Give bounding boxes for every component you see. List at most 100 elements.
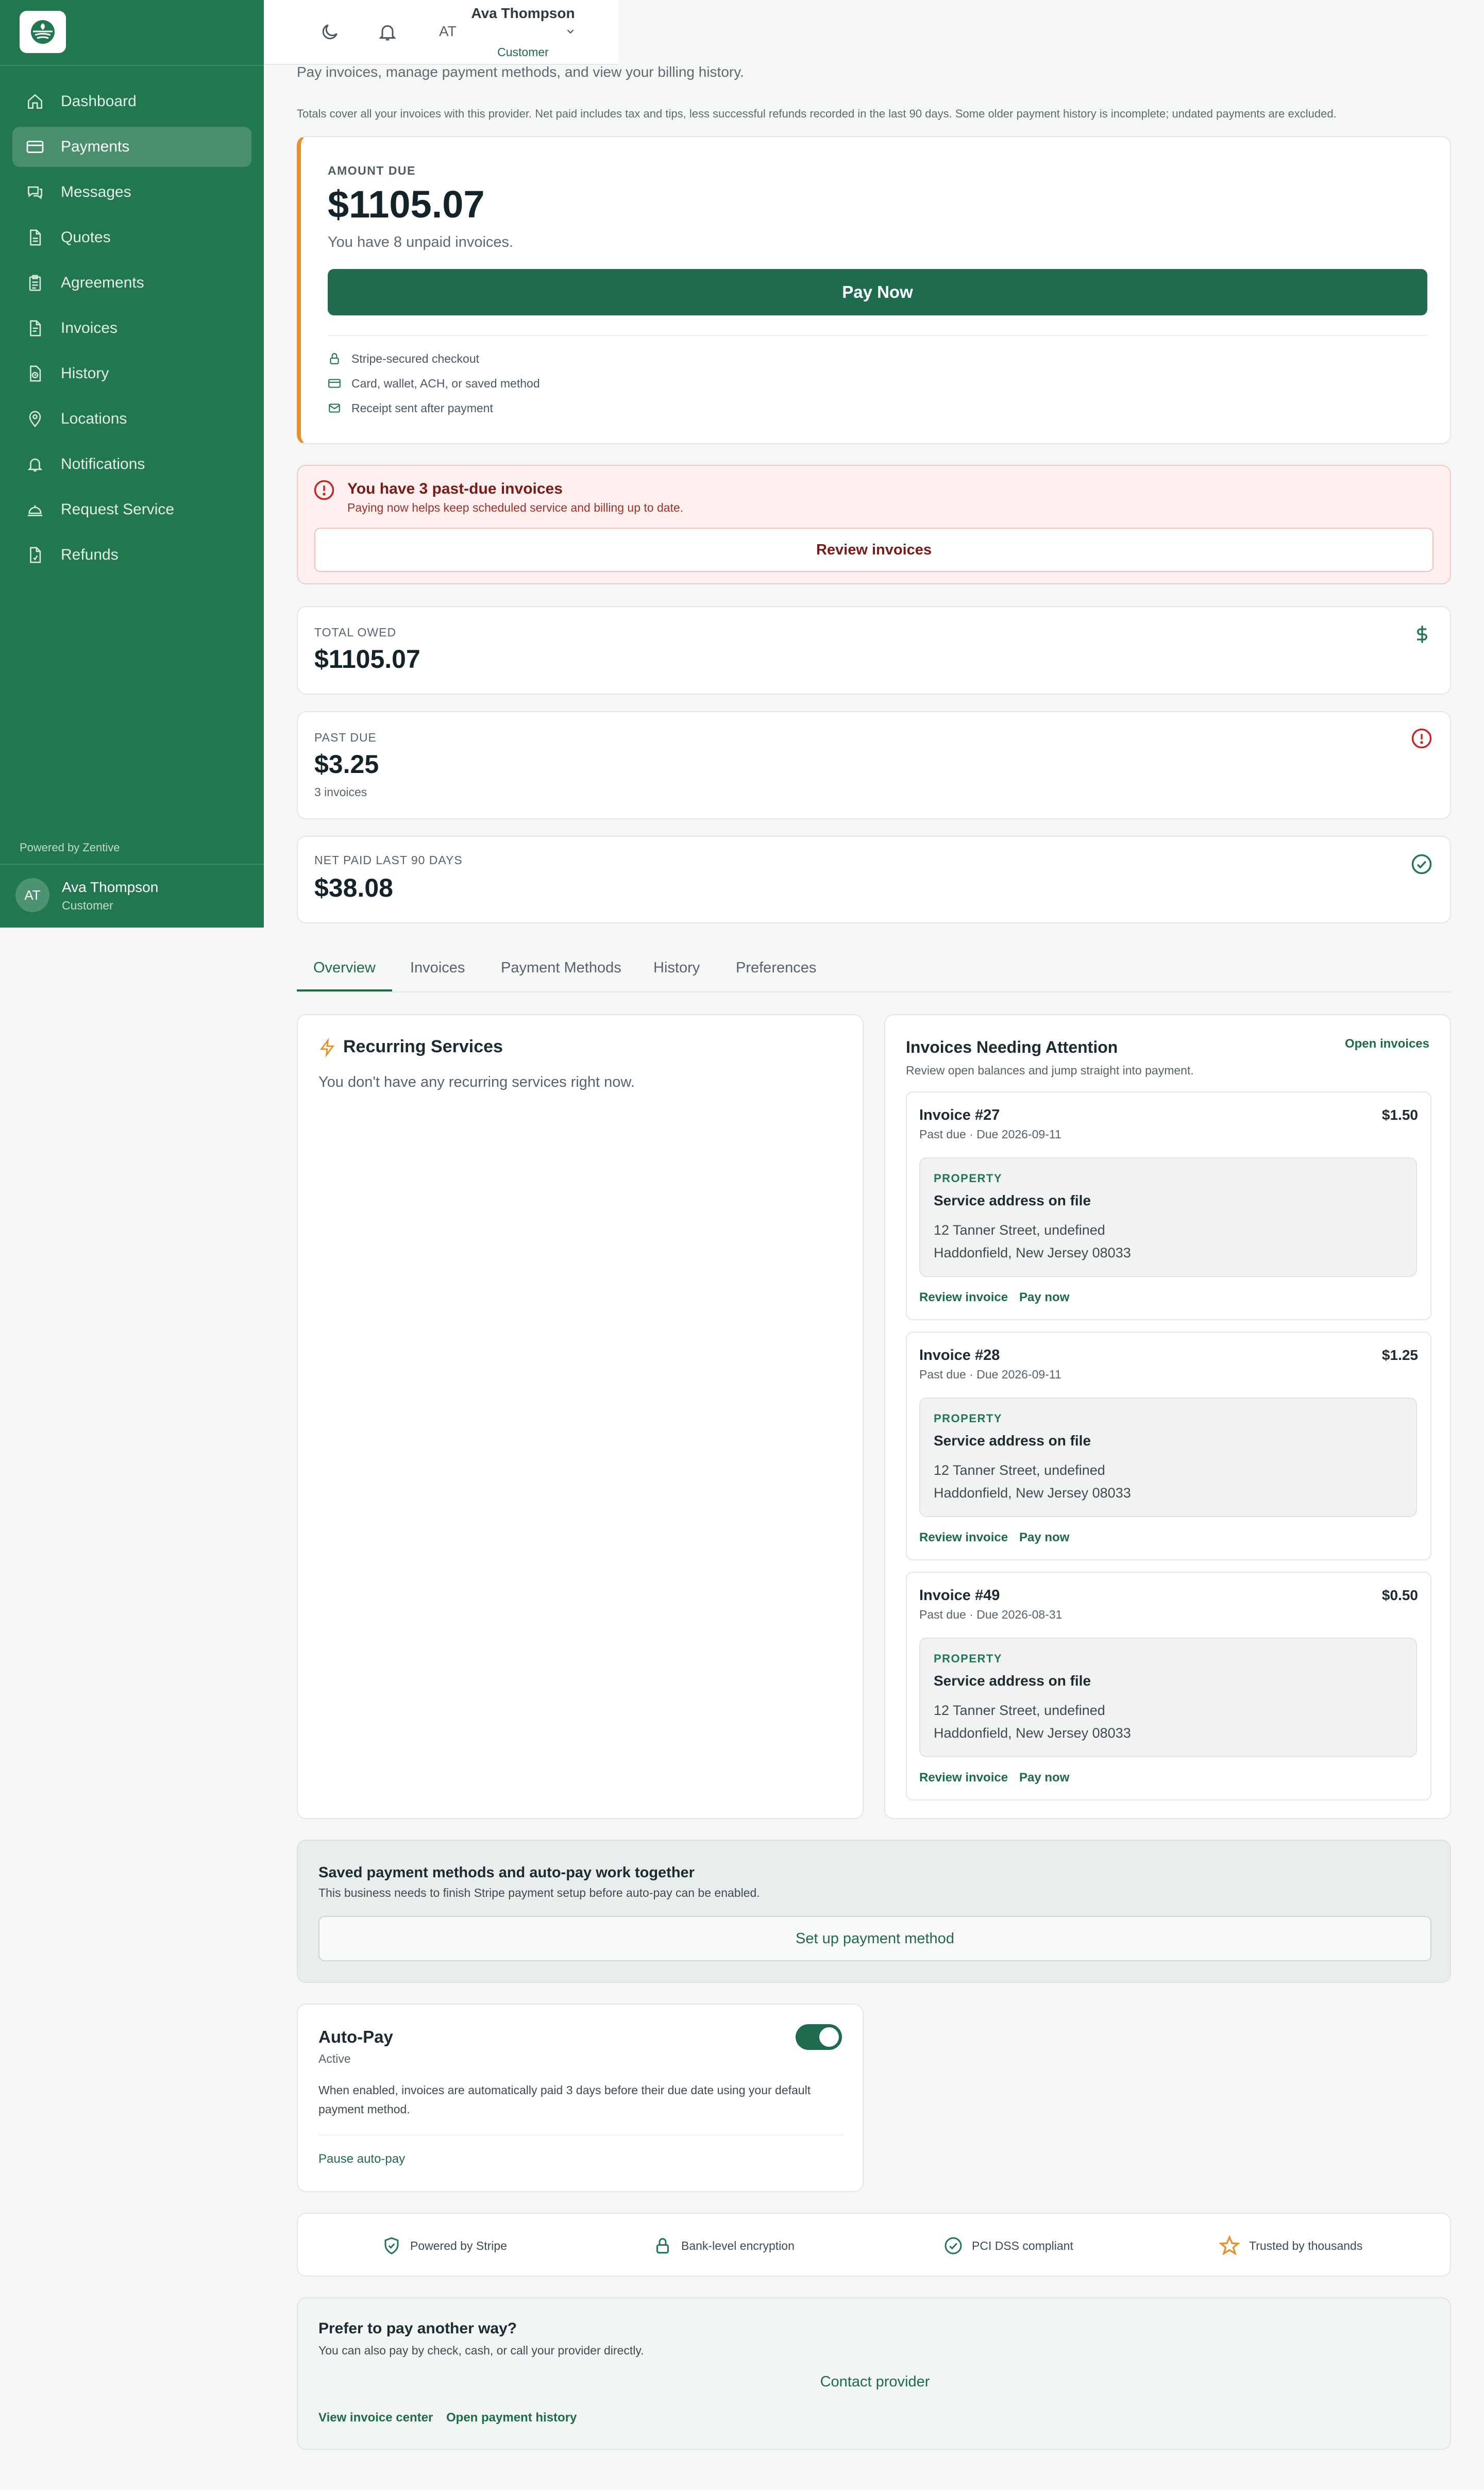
feature-label: Receipt sent after payment	[351, 401, 493, 415]
setup-payment-method-button[interactable]: Set up payment method	[318, 1916, 1431, 1961]
sidebar-item-label: Payments	[61, 138, 130, 155]
other-payment-subtitle: You can also pay by check, cash, or call…	[318, 2344, 644, 2357]
mail-icon	[328, 401, 344, 415]
sidebar-item-invoices[interactable]: Invoices	[12, 308, 251, 348]
feature-stripe: Stripe-secured checkout	[328, 349, 479, 368]
pay-now-link[interactable]: Pay now	[1019, 1771, 1069, 1785]
stat-value: $3.25	[314, 750, 379, 779]
tab-overview[interactable]: Overview	[297, 960, 392, 991]
sidebar-item-notifications[interactable]: Notifications	[12, 444, 251, 484]
trust-encryption: Bank-level encryption	[653, 2234, 795, 2257]
alert-circle-icon	[1411, 728, 1432, 749]
autopay-toggle[interactable]	[796, 2024, 842, 2050]
document-icon	[25, 227, 45, 248]
avatar[interactable]: AT	[15, 878, 49, 912]
open-invoices-link[interactable]: Open invoices	[1345, 1037, 1429, 1051]
logo[interactable]	[20, 11, 66, 53]
sidebar-item-history[interactable]: History	[12, 354, 251, 394]
invoice-due: Past due · Due 2026-09-11	[919, 1128, 1061, 1141]
chat-icon	[25, 182, 45, 203]
property-label: PROPERTY	[934, 1412, 1003, 1425]
moon-icon[interactable]	[319, 22, 340, 42]
sidebar-item-agreements[interactable]: Agreements	[12, 263, 251, 303]
tab-payment-methods[interactable]: Payment Methods	[501, 960, 621, 991]
sidebar-item-messages[interactable]: Messages	[12, 172, 251, 212]
pause-autopay-link[interactable]: Pause auto-pay	[318, 2152, 405, 2166]
invoice-amount: $0.50	[1381, 1587, 1418, 1603]
invoice-title: Invoice #49	[919, 1587, 1000, 1604]
pay-now-link[interactable]: Pay now	[1019, 1290, 1069, 1305]
sidebar-item-quotes[interactable]: Quotes	[12, 217, 251, 258]
user-name[interactable]: Ava Thompson	[470, 3, 576, 24]
sidebar-nav: Dashboard Payments Messages Quotes Agree…	[12, 81, 251, 580]
sidebar-item-label: Messages	[61, 183, 131, 200]
user-initials[interactable]: AT	[439, 23, 457, 40]
address-line-2: Haddonfield, New Jersey 08033	[934, 1485, 1131, 1501]
user-role: Customer	[497, 45, 549, 59]
open-payment-history-link[interactable]: Open payment history	[446, 2411, 577, 2425]
powered-by: Powered by Zentive	[20, 841, 120, 854]
feature-receipt: Receipt sent after payment	[328, 399, 493, 417]
sidebar-item-dashboard[interactable]: Dashboard	[12, 81, 251, 122]
property-box: PROPERTY Service address on file 12 Tann…	[919, 1157, 1417, 1277]
past-due-alert: You have 3 past-due invoices Paying now …	[297, 465, 1451, 584]
review-invoice-link[interactable]: Review invoice	[919, 1530, 1008, 1545]
tabs: Overview Invoices Payment Methods Histor…	[297, 950, 1451, 992]
attention-subtitle: Review open balances and jump straight i…	[906, 1064, 1194, 1077]
service-bell-icon	[25, 499, 45, 520]
sidebar-item-request-service[interactable]: Request Service	[12, 490, 251, 530]
pay-now-link[interactable]: Pay now	[1019, 1530, 1069, 1545]
chevron-down-icon[interactable]	[565, 26, 576, 37]
alert-subtitle: Paying now helps keep scheduled service …	[347, 501, 684, 514]
trust-bar: Powered by Stripe Bank-level encryption …	[297, 2213, 1451, 2277]
review-invoice-link[interactable]: Review invoice	[919, 1771, 1008, 1785]
invoice-due: Past due · Due 2026-09-11	[919, 1368, 1061, 1381]
page-subtitle: Pay invoices, manage payment methods, an…	[297, 64, 744, 80]
address-line-1: 12 Tanner Street, undefined	[934, 1462, 1105, 1478]
address-line-2: Haddonfield, New Jersey 08033	[934, 1245, 1131, 1260]
property-label: PROPERTY	[934, 1172, 1003, 1185]
refund-icon	[25, 545, 45, 565]
home-icon	[25, 91, 45, 112]
invoice-due: Past due · Due 2026-08-31	[919, 1608, 1063, 1621]
property-title: Service address on file	[934, 1433, 1091, 1449]
sidebar-item-label: Invoices	[61, 319, 118, 337]
pay-now-button[interactable]: Pay Now	[328, 269, 1427, 315]
logo-icon	[31, 20, 55, 44]
stat-total-owed: TOTAL OWED $1105.07	[297, 606, 1451, 695]
invoice-amount: $1.50	[1381, 1107, 1418, 1123]
sidebar-item-payments[interactable]: Payments	[12, 127, 251, 167]
bell-icon[interactable]	[377, 21, 398, 43]
recurring-services-title: Recurring Services	[343, 1037, 503, 1056]
lightning-icon	[318, 1038, 336, 1057]
sidebar-item-locations[interactable]: Locations	[12, 399, 251, 439]
sidebar-item-label: Quotes	[61, 229, 111, 246]
stat-net-paid: NET PAID LAST 90 DAYS $38.08	[297, 836, 1451, 923]
stat-value: $1105.07	[314, 645, 420, 674]
invoice-item: Invoice #28 $1.25 Past due · Due 2026-09…	[906, 1332, 1431, 1560]
map-pin-icon	[25, 409, 45, 429]
sidebar: Dashboard Payments Messages Quotes Agree…	[0, 0, 264, 928]
trust-label: Trusted by thousands	[1249, 2239, 1363, 2252]
trust-label: PCI DSS compliant	[972, 2239, 1073, 2252]
contact-provider-button[interactable]: Contact provider	[298, 2374, 1452, 2391]
sidebar-user-name[interactable]: Ava Thompson	[62, 879, 158, 896]
view-invoice-center-link[interactable]: View invoice center	[318, 2411, 433, 2425]
lock-icon	[328, 352, 344, 365]
tab-invoices[interactable]: Invoices	[410, 960, 465, 991]
review-invoice-link[interactable]: Review invoice	[919, 1290, 1008, 1305]
divider	[328, 335, 1427, 336]
invoice-title: Invoice #27	[919, 1107, 1000, 1123]
credit-card-icon	[25, 137, 45, 157]
review-invoices-button[interactable]: Review invoices	[314, 528, 1434, 572]
sidebar-item-label: Locations	[61, 410, 127, 427]
invoice-icon	[25, 318, 45, 339]
alert-title: You have 3 past-due invoices	[347, 480, 563, 497]
tab-preferences[interactable]: Preferences	[736, 960, 816, 991]
lock-icon	[653, 2235, 672, 2256]
clipboard-icon	[25, 273, 45, 293]
sidebar-item-refunds[interactable]: Refunds	[12, 535, 251, 575]
stat-value: $38.08	[314, 873, 393, 902]
tab-history[interactable]: History	[653, 960, 700, 991]
feature-label: Stripe-secured checkout	[351, 351, 480, 365]
